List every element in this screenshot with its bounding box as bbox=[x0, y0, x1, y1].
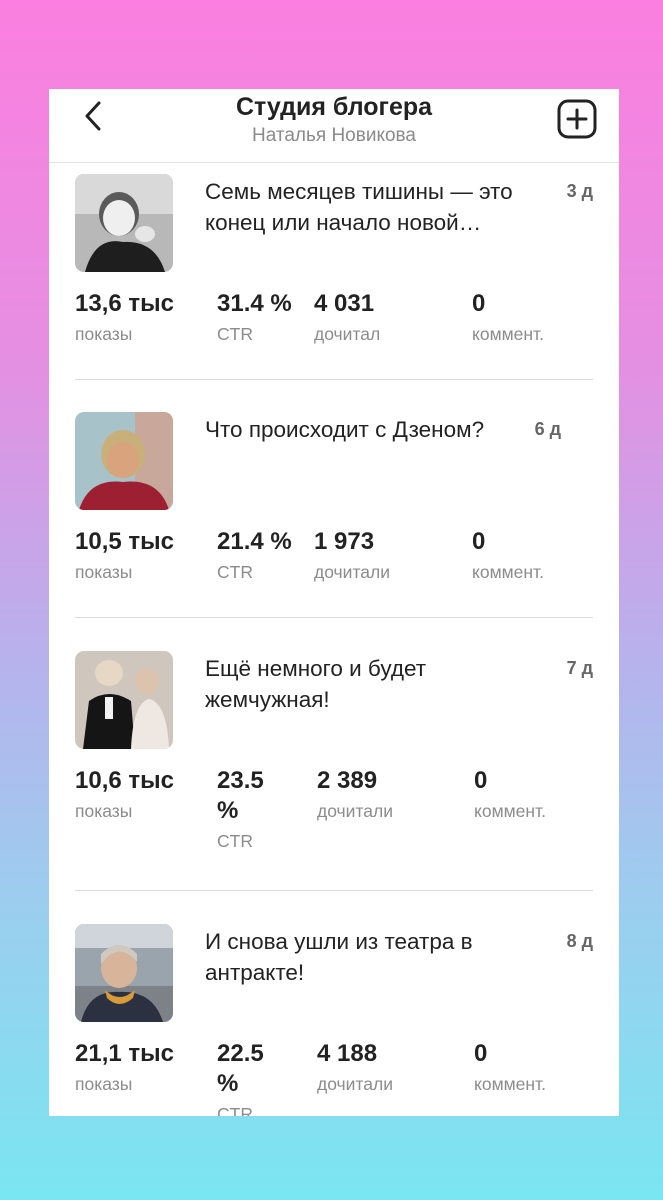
add-button[interactable] bbox=[557, 99, 597, 139]
reads-label: дочитали bbox=[317, 801, 393, 821]
stat-ctr: 21.4 % CTR bbox=[217, 527, 292, 587]
ctr-value: 22.5 % bbox=[217, 1040, 264, 1097]
article-headline[interactable]: Семь месяцев тишины — это конец или нача… bbox=[205, 176, 550, 238]
article-card[interactable]: И снова ушли из театра в антракте! 8 д 2… bbox=[75, 924, 593, 1116]
comments-value: 0 bbox=[472, 290, 486, 317]
reads-label: дочитали bbox=[317, 1074, 393, 1094]
stat-views: 13,6 тыс показы bbox=[75, 289, 174, 349]
reads-value: 1 973 bbox=[314, 528, 375, 555]
comments-label: коммент. bbox=[474, 1074, 546, 1094]
stat-reads: 1 973 дочитали bbox=[314, 527, 390, 587]
stat-views: 10,5 тыс показы bbox=[75, 527, 174, 587]
stat-reads: 4 031 дочитал bbox=[314, 289, 380, 349]
stat-views: 21,1 тыс показы bbox=[75, 1039, 174, 1099]
stat-comments: 0 коммент. bbox=[474, 1039, 546, 1099]
article-age: 7 д bbox=[566, 658, 593, 678]
article-card[interactable]: Что происходит с Дзеном? 6 д 10,5 тыс по… bbox=[75, 412, 593, 618]
ctr-value: 21.4 % bbox=[217, 528, 292, 555]
reads-label: дочитали bbox=[314, 562, 390, 582]
stat-views: 10,6 тыс показы bbox=[75, 766, 174, 826]
views-value: 10,5 тыс bbox=[75, 528, 174, 555]
article-thumbnail bbox=[75, 651, 173, 749]
page-title: Студия блогера bbox=[235, 93, 433, 121]
stat-comments: 0 коммент. bbox=[472, 527, 544, 587]
divider bbox=[75, 379, 593, 380]
stat-ctr: 23.5 % CTR bbox=[217, 766, 287, 856]
stat-reads: 2 389 дочитали bbox=[317, 766, 393, 826]
comments-label: коммент. bbox=[472, 324, 544, 344]
views-label: показы bbox=[75, 324, 133, 344]
views-value: 10,6 тыс bbox=[75, 767, 174, 794]
article-thumbnail bbox=[75, 412, 173, 510]
blogger-studio-screen: Студия блогера Наталья Новикова Семь мес… bbox=[49, 89, 619, 1116]
article-age: 6 д bbox=[534, 419, 561, 439]
reads-value: 2 389 bbox=[317, 767, 378, 794]
comments-value: 0 bbox=[474, 1040, 488, 1067]
comments-value: 0 bbox=[472, 528, 486, 555]
reads-value: 4 188 bbox=[317, 1040, 378, 1067]
comments-label: коммент. bbox=[474, 801, 546, 821]
article-headline[interactable]: Что происходит с Дзеном? bbox=[205, 414, 550, 445]
article-card[interactable]: Ещё немного и будет жемчужная! 7 д 10,6 … bbox=[75, 651, 593, 891]
article-age: 8 д bbox=[566, 931, 593, 951]
views-label: показы bbox=[75, 562, 133, 582]
stat-reads: 4 188 дочитали bbox=[317, 1039, 393, 1099]
ctr-value: 23.5 % bbox=[217, 767, 264, 824]
article-thumbnail bbox=[75, 924, 173, 1022]
header: Студия блогера Наталья Новикова bbox=[49, 89, 619, 163]
stat-ctr: 31.4 % CTR bbox=[217, 289, 292, 349]
stat-comments: 0 коммент. bbox=[474, 766, 546, 826]
article-card[interactable]: Семь месяцев тишины — это конец или нача… bbox=[75, 174, 593, 380]
comments-label: коммент. bbox=[472, 562, 544, 582]
divider bbox=[75, 617, 593, 618]
page-subtitle: Наталья Новикова bbox=[251, 125, 416, 146]
reads-label: дочитал bbox=[314, 324, 381, 344]
ctr-label: CTR bbox=[217, 562, 253, 582]
stat-comments: 0 коммент. bbox=[472, 289, 544, 349]
views-label: показы bbox=[75, 1074, 133, 1094]
article-age: 3 д bbox=[566, 181, 593, 201]
views-label: показы bbox=[75, 801, 133, 821]
views-value: 21,1 тыс bbox=[75, 1040, 174, 1067]
stat-ctr: 22.5 % CTR bbox=[217, 1039, 287, 1116]
article-headline[interactable]: И снова ушли из театра в антракте! bbox=[205, 926, 550, 988]
reads-value: 4 031 bbox=[314, 290, 375, 317]
comments-value: 0 bbox=[474, 767, 488, 794]
divider bbox=[75, 890, 593, 891]
ctr-value: 31.4 % bbox=[217, 290, 292, 317]
views-value: 13,6 тыс bbox=[75, 290, 174, 317]
ctr-label: CTR bbox=[217, 1104, 253, 1116]
ctr-label: CTR bbox=[217, 324, 253, 344]
ctr-label: CTR bbox=[217, 831, 253, 851]
plus-square-icon bbox=[557, 99, 597, 139]
article-headline[interactable]: Ещё немного и будет жемчужная! bbox=[205, 653, 550, 715]
article-thumbnail bbox=[75, 174, 173, 272]
